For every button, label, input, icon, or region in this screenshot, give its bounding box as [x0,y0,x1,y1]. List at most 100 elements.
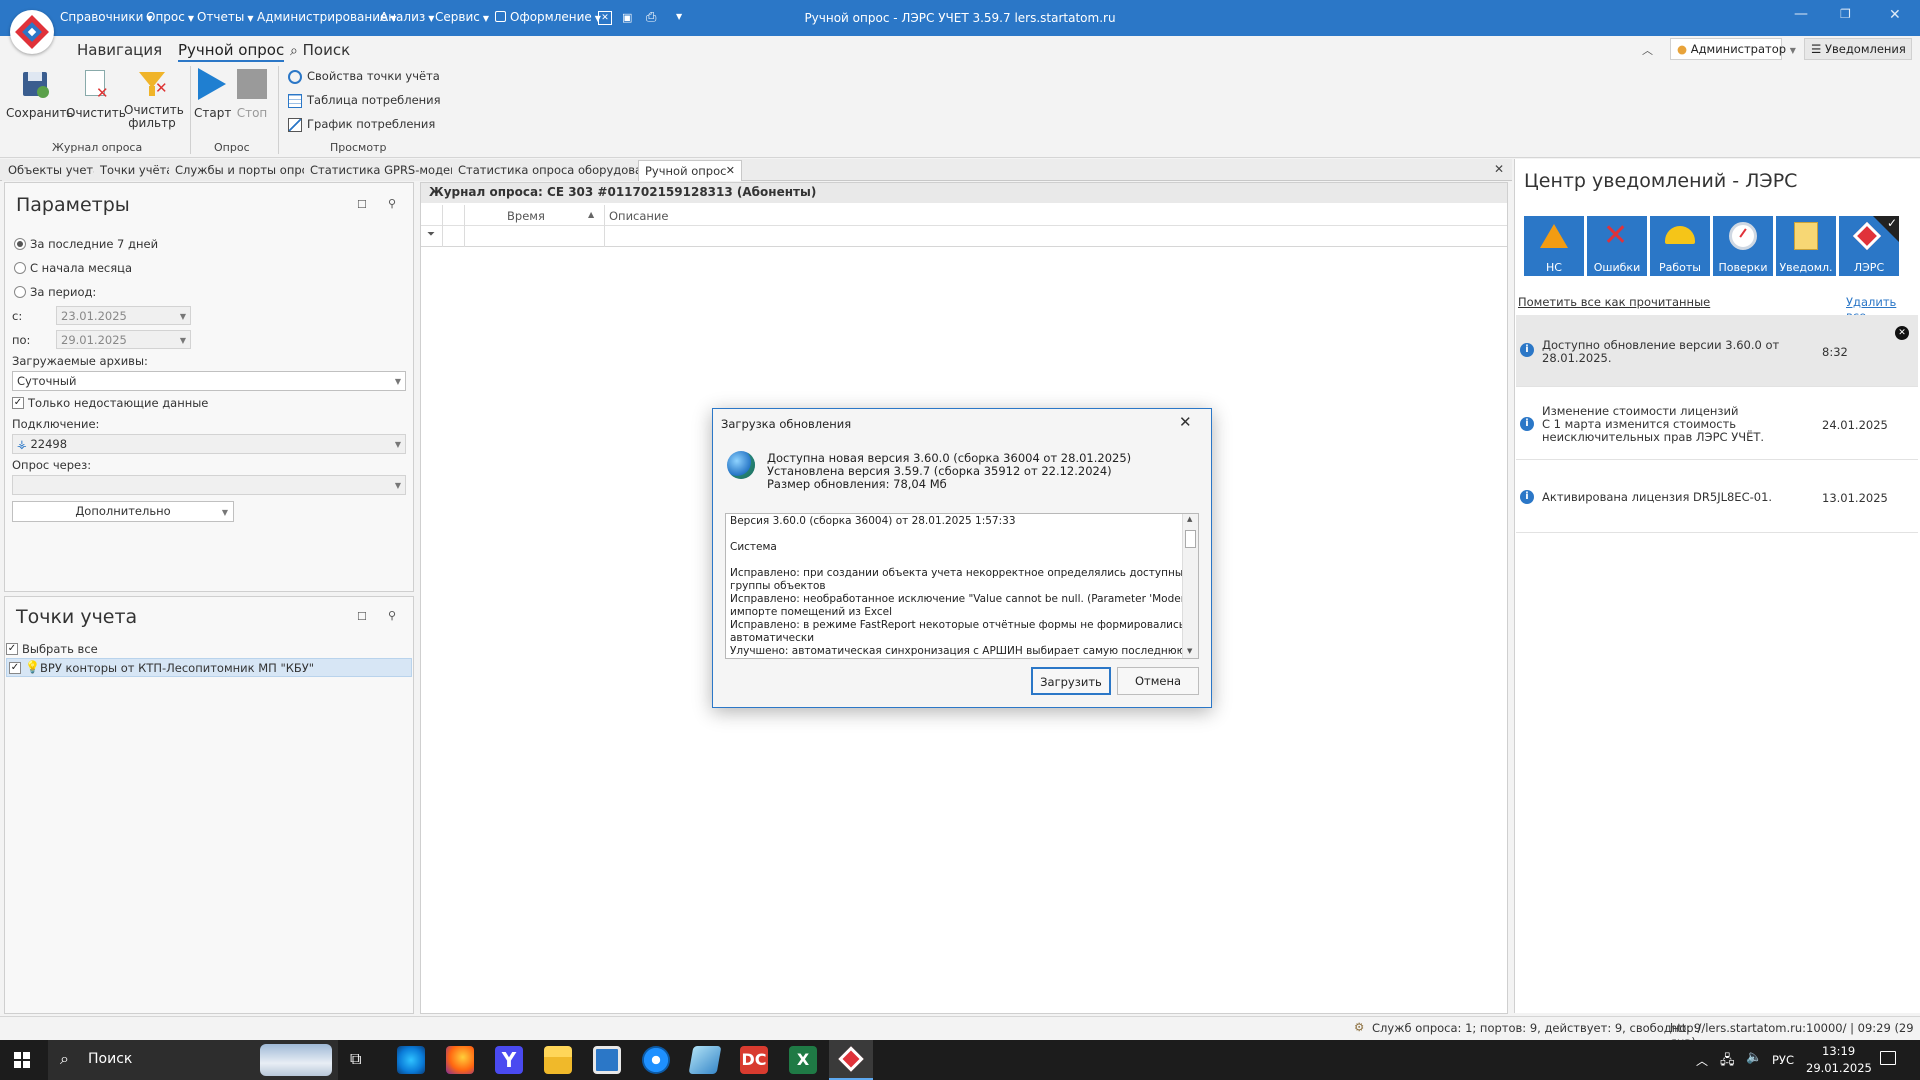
journal-header: Журнал опроса: CE 303 #011702159128313 (… [421,183,1507,203]
archives-select[interactable]: Суточный ▼ [12,371,406,391]
start-button[interactable]: Старт [194,68,231,120]
taskbar-search[interactable]: ⌕ Поиск [48,1040,338,1080]
notification-item[interactable]: i Изменение стоимости лицензий С 1 марта… [1516,388,1918,460]
more-button[interactable]: Дополнительно ▼ [12,501,234,522]
radio-month-input[interactable] [14,262,26,274]
close-document-icon[interactable]: ✕ [1494,162,1504,176]
notifications-button[interactable]: ☰ Уведомления [1804,38,1912,60]
language-indicator[interactable]: РУС [1772,1053,1794,1067]
col-desc-header[interactable]: Описание [609,209,668,223]
tile-notices[interactable]: Уведомл. [1776,216,1836,276]
point-properties-button[interactable]: Свойства точки учёта [288,69,440,84]
tab-navigation[interactable]: Навигация [77,41,162,59]
task-view-icon[interactable]: ⧉ [350,1049,361,1069]
notepad-app-icon[interactable] [688,1046,722,1074]
from-label: с: [12,309,23,323]
ribbon-tabs [0,36,1920,62]
pin-icon[interactable]: ⚲ [388,609,396,622]
col-time-header[interactable]: Время [507,209,545,223]
scrollbar[interactable]: ▲ ▼ [1182,514,1198,658]
tile-emergency[interactable]: НС [1524,216,1584,276]
radio-last7-label[interactable]: За последние 7 дней [30,237,158,251]
messenger-icon[interactable] [642,1046,670,1074]
service-icon: ⚙ [1354,1020,1365,1034]
table-icon [288,93,302,108]
save-button[interactable]: Сохранить [6,68,74,120]
tile-works[interactable]: Работы [1650,216,1710,276]
clock-date[interactable]: 29.01.2025 [1806,1061,1872,1075]
tray-chevron-icon[interactable]: ︿ [1696,1052,1708,1069]
user-menu[interactable]: ● Администратор ▼ [1670,38,1796,60]
collapse-ribbon-icon[interactable]: ︿ [1642,42,1653,58]
clear-filter-icon: ✕ [137,68,168,100]
volume-icon[interactable]: 🔈 [1746,1050,1762,1065]
taskbar-search-label: Поиск [88,1051,133,1067]
notif-text: 28.01.2025. [1542,351,1612,365]
list-icon: ☰ [1811,42,1822,56]
windows-start-icon[interactable] [14,1052,30,1068]
tile-errors[interactable]: ✕ Ошибки [1587,216,1647,276]
list-item[interactable]: ✓ 💡 ВРУ конторы от КТП-Лесопитомник МП "… [6,658,412,677]
action-center-icon[interactable] [1880,1051,1896,1065]
pdf-app-icon[interactable]: DC [740,1046,768,1074]
pin-icon[interactable]: ⚲ [388,197,396,210]
edge-icon[interactable] [397,1046,425,1074]
missing-only-checkbox[interactable]: ✓ [12,397,24,409]
minimize-icon[interactable]: — [1794,6,1808,22]
from-date-field[interactable]: 23.01.2025 ▼ [56,306,191,325]
notif-time: 13.01.2025 [1822,491,1888,505]
yandex-browser-icon[interactable]: Y [495,1046,523,1074]
close-dialog-icon[interactable]: ✕ [1179,413,1192,431]
clear-filter-button[interactable]: ✕ Очистить фильтр [124,68,184,130]
services-status: Служб опроса: 1; портов: 9, действует: 9… [1372,1021,1702,1035]
maximize-panel-icon[interactable]: ☐ [357,198,367,211]
excel-icon[interactable]: X [789,1046,817,1074]
point-checkbox[interactable]: ✓ [9,662,21,674]
clear-button[interactable]: ✕ Очистить [66,68,126,120]
tile-lers[interactable]: ✓ ЛЭРС [1839,216,1899,276]
tab-search[interactable]: ⌕ Поиск [290,41,350,59]
radio-period-input[interactable] [14,286,26,298]
stop-button[interactable]: Стоп [234,68,270,120]
close-tab-icon[interactable]: ✕ [726,164,735,177]
select-all-checkbox[interactable]: ✓ [6,643,18,655]
clear-document-icon: ✕ [79,68,109,102]
radio-month-label[interactable]: С начала месяца [30,261,132,275]
filter-icon[interactable]: ⏷ [427,229,435,240]
missing-only-label[interactable]: Только недостающие данные [28,396,208,410]
maximize-panel-icon[interactable]: ☐ [357,610,367,623]
location-pin-icon [288,69,302,84]
notification-center [1514,159,1920,1013]
cancel-button[interactable]: Отмена [1117,667,1199,695]
doctab-objects[interactable]: Объекты учета [2,160,108,181]
close-notification-icon[interactable]: ✕ [1895,326,1909,340]
maximize-icon[interactable]: ❐ [1840,7,1851,21]
radio-period-label[interactable]: За период: [30,285,96,299]
doctab-manual-poll[interactable]: Ручной опрос ✕ [638,160,742,181]
check-icon: ✓ [1886,216,1897,230]
download-button[interactable]: Загрузить [1031,667,1111,695]
notification-item[interactable]: i Доступно обновление версии 3.60.0 от 2… [1516,315,1918,387]
consumption-table-button[interactable]: Таблица потребления [288,93,441,108]
to-date-field[interactable]: 29.01.2025 ▼ [56,330,191,349]
consumption-graph-button[interactable]: График потребления [288,117,435,132]
file-explorer-icon[interactable] [544,1046,572,1074]
notif-text: Активирована лицензия DR5JL8EC-01. [1542,490,1773,504]
select-all-label[interactable]: Выбрать все [22,642,98,656]
lers-taskbar-button[interactable] [829,1040,873,1080]
network-icon[interactable]: 🖧 [1720,1051,1735,1073]
store-icon[interactable] [593,1046,621,1074]
notification-item[interactable]: i Активирована лицензия DR5JL8EC-01. 13.… [1516,461,1918,533]
tile-verifications[interactable]: Поверки [1713,216,1773,276]
tab-manual-poll[interactable]: Ручной опрос [178,41,285,62]
connection-select[interactable]: ⚶ 22498 ▼ [12,434,406,454]
poll-via-select[interactable]: ▼ [12,475,406,495]
clock-time[interactable]: 13:19 [1822,1044,1855,1058]
close-window-icon[interactable]: ✕ [1889,7,1901,23]
changelog-box[interactable]: Версия 3.60.0 (сборка 36004) от 28.01.20… [725,513,1199,659]
taskbar: ⌕ Поиск ⧉ [0,1040,1920,1080]
radio-last7-input[interactable] [14,238,26,250]
doctab-points[interactable]: Точки учёта [94,160,181,181]
mark-all-read-link[interactable]: Пометить все как прочитанные [1518,295,1710,309]
firefox-icon[interactable] [446,1046,474,1074]
